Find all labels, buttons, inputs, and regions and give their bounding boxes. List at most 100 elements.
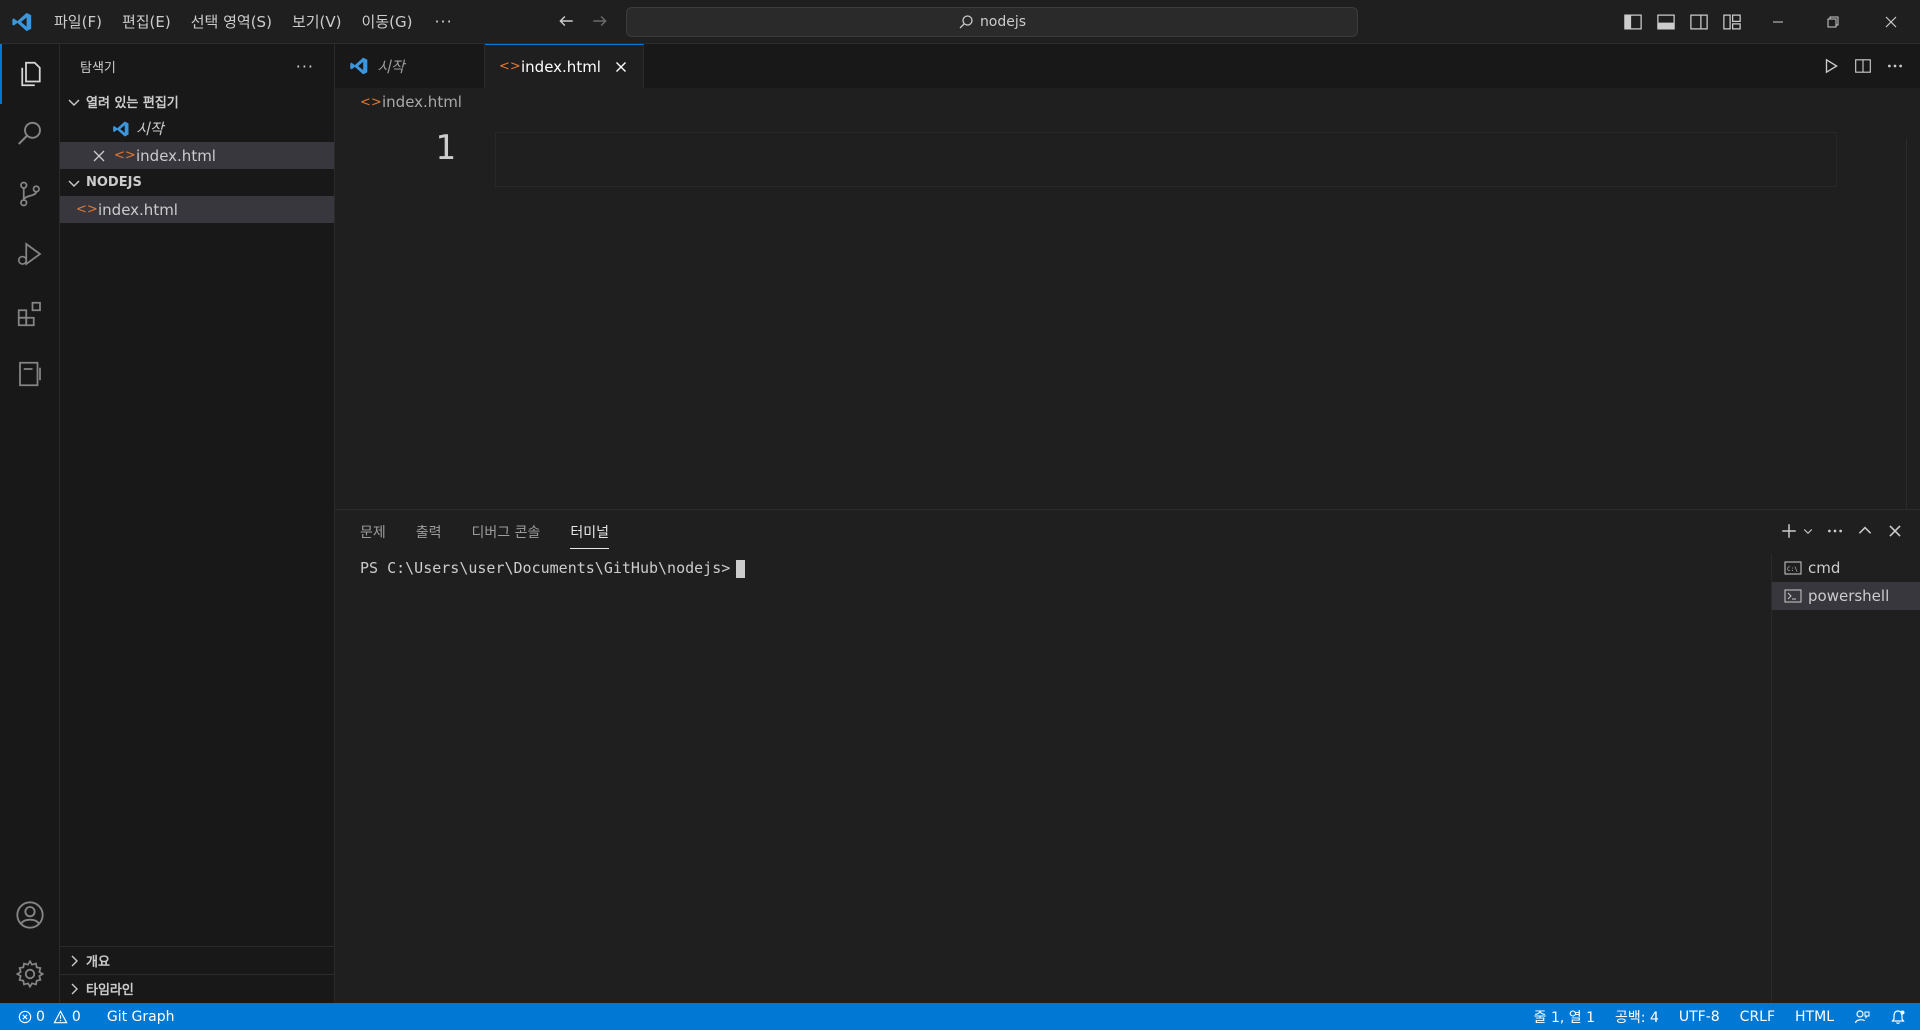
sidebar-more-button[interactable]: ··· [296,57,314,76]
open-editor-label: index.html [136,146,216,165]
feedback-icon[interactable] [1844,1009,1880,1025]
vscode-logo-icon [0,0,44,44]
activity-bar [0,44,60,1003]
search-icon [959,15,973,29]
vscode-logo-icon [350,57,368,75]
cursor-position-status[interactable]: 줄 1, 열 1 [1524,1007,1605,1027]
open-editors-header[interactable]: 열려 있는 편집기 [60,88,334,115]
restore-icon[interactable] [1810,0,1856,44]
tab-label: 시작 [377,57,405,76]
terminal-output[interactable]: PS C:\Users\user\Documents\GitHub\nodejs… [360,559,746,578]
run-debug-icon[interactable] [0,224,60,284]
terminal-prompt: PS C:\Users\user\Documents\GitHub\nodejs… [360,559,731,577]
open-editor-item-index[interactable]: <> index.html [60,142,334,169]
warning-icon [53,1009,68,1023]
cmd-terminal-icon: C:\ [1784,561,1802,575]
toggle-secondary-sidebar-icon[interactable] [1689,12,1709,32]
terminal-item-powershell[interactable]: powershell [1772,582,1920,610]
chevron-right-icon [71,955,78,966]
open-editor-label: 시작 [136,120,164,138]
more-actions-icon[interactable] [1826,522,1844,540]
problems-status[interactable]: 0 0 [0,1009,91,1025]
menu-edit[interactable]: 편집(E) [112,0,181,44]
editor-group: 시작 <> index.html <> index.html 1 [335,44,1920,509]
file-label: index.html [98,200,178,219]
tab-index-html[interactable]: <> index.html [485,44,644,88]
line-number: 1 [435,128,456,168]
extensions-icon[interactable] [0,284,60,344]
tab-debug-console[interactable]: 디버그 콘솔 [472,522,541,542]
tab-output[interactable]: 출력 [416,522,442,542]
tab-welcome[interactable]: 시작 [335,44,485,88]
toggle-panel-icon[interactable] [1656,12,1676,32]
close-panel-icon[interactable] [1886,522,1904,540]
close-icon[interactable] [613,59,629,75]
source-control-icon[interactable] [0,164,60,224]
menu-file[interactable]: 파일(F) [44,0,112,44]
encoding-status[interactable]: UTF-8 [1669,1009,1730,1025]
toggle-primary-sidebar-icon[interactable] [1623,12,1643,32]
timeline-section-header[interactable]: 타임라인 [60,974,335,1002]
close-icon[interactable] [92,149,106,163]
panel-actions [1780,522,1904,540]
timeline-label: 타임라인 [86,983,134,998]
open-editor-item-welcome[interactable]: 시작 [60,115,334,142]
terminal-list: C:\ cmd powershell [1771,554,1920,1004]
error-icon [18,1010,32,1023]
new-terminal-plus-icon[interactable] [1780,522,1798,540]
warning-count: 0 [71,1008,81,1025]
terminal-label: cmd [1808,559,1841,577]
html-file-icon: <> [114,148,136,163]
breadcrumb-item[interactable]: index.html [382,93,462,111]
chevron-down-icon [68,99,80,106]
language-mode-status[interactable]: HTML [1785,1009,1844,1025]
settings-gear-icon[interactable] [0,944,60,1004]
vscode-logo-icon [113,121,129,136]
bottom-panel: 문제 출력 디버그 콘솔 터미널 PS C:\Users\user\Docume… [335,509,1920,1004]
indentation-status[interactable]: 공백: 4 [1605,1007,1669,1027]
terminal-cursor [736,559,746,578]
menu-bar: 파일(F) 편집(E) 선택 영역(S) 보기(V) 이동(G) ··· [44,0,465,44]
maximize-panel-chevron-up-icon[interactable] [1856,522,1874,540]
code-editor[interactable]: 1 [335,116,1920,509]
menu-more-button[interactable]: ··· [422,12,464,31]
remote-explorer-icon[interactable] [0,344,60,404]
error-count: 0 [36,1008,45,1025]
menu-selection[interactable]: 선택 영역(S) [181,0,282,44]
run-icon[interactable] [1822,57,1840,75]
editor-actions [1822,44,1920,88]
split-editor-icon[interactable] [1854,57,1872,75]
tab-label: index.html [521,57,601,76]
status-bar: 0 0 Git Graph 줄 1, 열 1 공백: 4 UTF-8 CRLF … [0,1003,1920,1030]
chevron-down-icon[interactable] [1802,525,1814,537]
open-editors-label: 열려 있는 편집기 [86,96,179,111]
notifications-bell-icon[interactable] [1880,1009,1920,1025]
eol-status[interactable]: CRLF [1730,1009,1785,1025]
file-item-index[interactable]: <> index.html [60,196,334,223]
html-file-icon: <> [76,202,98,217]
forward-arrow-icon[interactable] [590,12,610,32]
sidebar-header: 탐색기 ··· [60,44,334,88]
command-center-search[interactable]: nodejs [626,7,1358,37]
title-bar: 파일(F) 편집(E) 선택 영역(S) 보기(V) 이동(G) ··· nod… [0,0,1920,44]
terminal-item-cmd[interactable]: C:\ cmd [1772,554,1920,582]
explorer-icon[interactable] [0,44,60,104]
tab-problems[interactable]: 문제 [360,522,386,542]
folder-header[interactable]: NODEJS [60,169,334,196]
more-actions-icon[interactable] [1886,57,1904,75]
menu-go[interactable]: 이동(G) [352,0,423,44]
menu-view[interactable]: 보기(V) [282,0,352,44]
customize-layout-icon[interactable] [1722,12,1742,32]
editor-scrollbar[interactable] [1906,138,1920,509]
minimize-icon[interactable] [1755,0,1801,44]
search-sidebar-icon[interactable] [0,104,60,164]
outline-label: 개요 [86,955,110,970]
git-graph-status[interactable]: Git Graph [97,1009,185,1025]
back-arrow-icon[interactable] [556,12,576,32]
close-window-icon[interactable] [1868,0,1914,44]
accounts-icon[interactable] [0,885,60,945]
svg-text:C:\: C:\ [1787,566,1798,573]
outline-section-header[interactable]: 개요 [60,946,335,974]
tab-terminal[interactable]: 터미널 [570,522,610,549]
breadcrumb: <> index.html [335,88,1920,116]
